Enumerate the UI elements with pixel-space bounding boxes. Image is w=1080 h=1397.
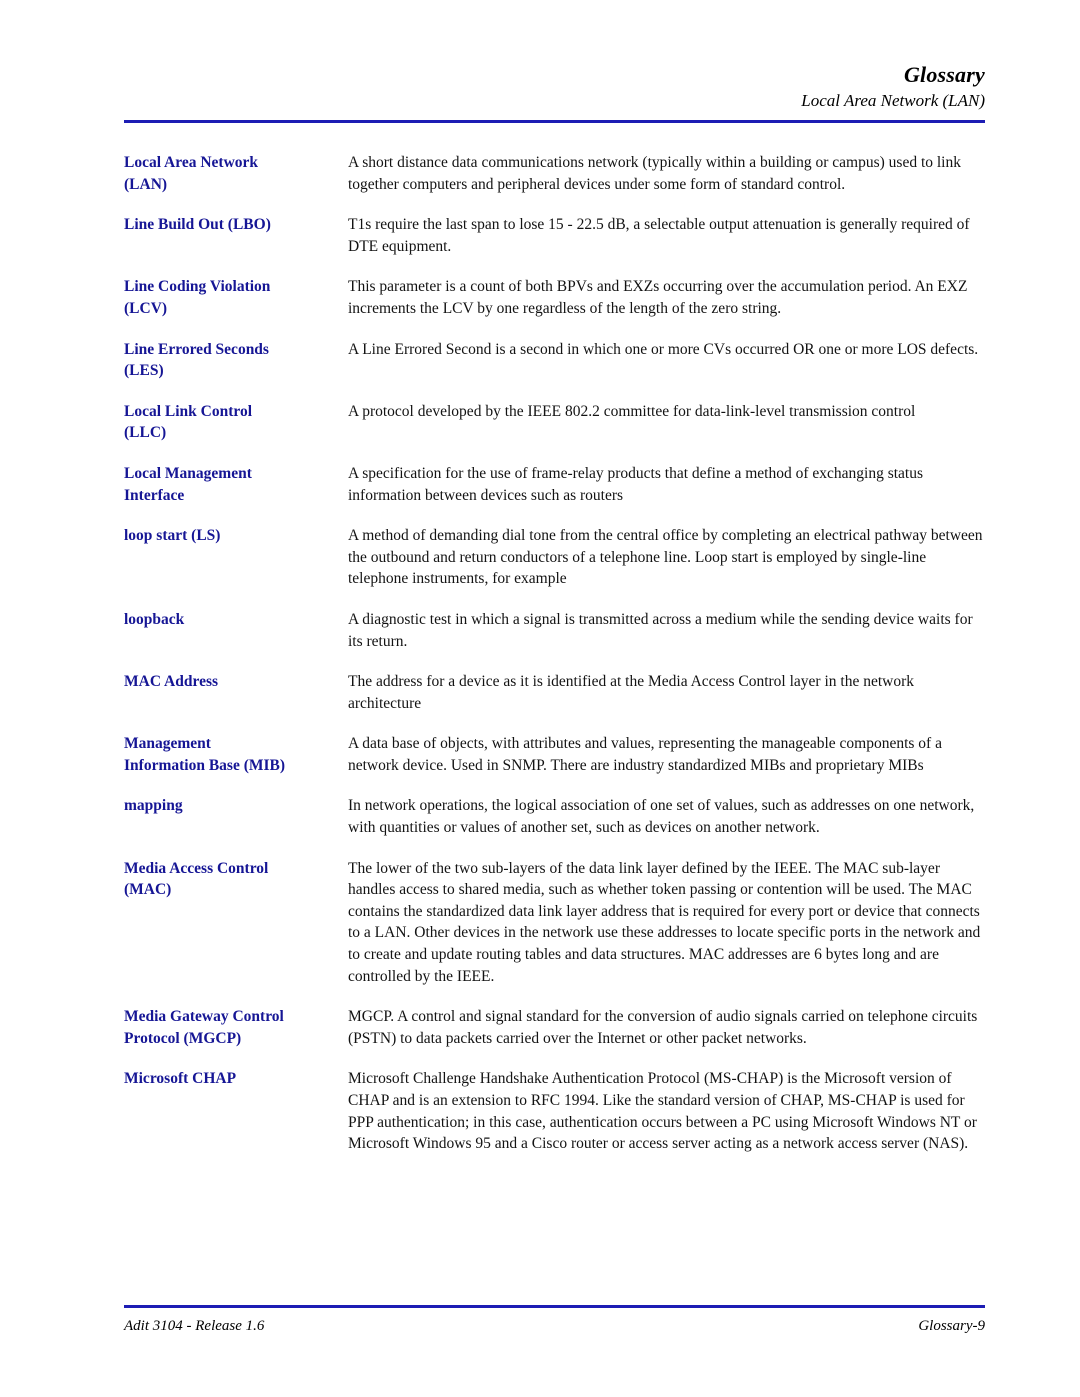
glossary-definition: T1s require the last span to lose 15 - 2… xyxy=(348,216,970,255)
header-title: Glossary xyxy=(903,62,985,87)
glossary-entry: Line Errored Seconds (LES) A Line Errored… xyxy=(124,339,985,382)
page-header: Glossary Local Area Network (LAN) xyxy=(124,62,985,113)
glossary-entry: mapping In network operations, the logica… xyxy=(124,795,985,838)
glossary-definition: A short distance data communications net… xyxy=(348,154,961,193)
glossary-definition: The address for a device as it is identi… xyxy=(348,673,914,712)
glossary-entry: Local Area Network (LAN) A short distance… xyxy=(124,152,985,195)
header-subtitle: Local Area Network (LAN) xyxy=(801,91,985,110)
glossary-term: Local Management Interface xyxy=(124,464,252,504)
glossary-entry: Management Information Base (MIB) A data … xyxy=(124,733,985,776)
glossary-definition: A Line Errored Second is a second in whi… xyxy=(348,340,979,358)
glossary-entry: Line Build Out (LBO) T1s require the last… xyxy=(124,214,985,257)
glossary-definition: In network operations, the logical assoc… xyxy=(348,797,975,837)
glossary-term: Microsoft CHAP xyxy=(124,1070,237,1088)
footer-document-label: Adit 3104 - Release 1.6 xyxy=(124,1318,265,1334)
document-page: Glossary Local Area Network (LAN) Local … xyxy=(0,0,1080,1397)
glossary-term: Management Information Base (MIB) xyxy=(124,735,286,774)
glossary-definition: A data base of objects, with attributes … xyxy=(348,735,942,774)
glossary-definition: A diagnostic test in which a signal is t… xyxy=(348,610,973,650)
glossary-term: Media Access Control (MAC) xyxy=(124,859,269,899)
glossary-definition: A method of demanding dial tone from the… xyxy=(348,527,983,588)
glossary-entry: MAC Address The address for a device as i… xyxy=(124,671,985,714)
glossary-definition: This parameter is a count of both BPVs a… xyxy=(348,278,968,317)
footer-page-number: Glossary-9 xyxy=(918,1318,985,1334)
glossary-term: loop start (LS) xyxy=(124,527,221,545)
glossary-definition: A specification for the use of frame-rel… xyxy=(348,464,924,504)
glossary-definition: MGCP. A control and signal standard for … xyxy=(348,1008,978,1047)
glossary-entry: Media Access Control (MAC) The lower of t… xyxy=(124,858,985,988)
footer-rule xyxy=(124,1305,985,1308)
glossary-entry: Local Link Control (LLC) A protocol devel… xyxy=(124,401,985,444)
glossary-term: MAC Address xyxy=(124,673,219,691)
glossary-definition: A protocol developed by the IEEE 802.2 c… xyxy=(348,402,916,420)
page-footer: Adit 3104 - Release 1.6 Glossary-9 xyxy=(124,1318,985,1335)
glossary-entry: loopback A diagnostic test in which a sig… xyxy=(124,609,985,652)
glossary-term: loopback xyxy=(124,610,185,628)
glossary-term: mapping xyxy=(124,797,183,815)
glossary-entry: Media Gateway Control Protocol (MGCP) MGC… xyxy=(124,1006,985,1049)
glossary-term: Local Area Network (LAN) xyxy=(124,154,259,193)
glossary-term: Local Link Control (LLC) xyxy=(124,402,253,442)
glossary-term: Line Coding Violation (LCV) xyxy=(124,278,271,317)
glossary-term: Line Errored Seconds (LES) xyxy=(124,340,269,380)
glossary-entry: Microsoft CHAP Microsoft Challenge Handsh… xyxy=(124,1068,985,1154)
glossary-entry: Local Management Interface A specificatio… xyxy=(124,463,985,506)
glossary-definition: Microsoft Challenge Handshake Authentica… xyxy=(348,1070,977,1153)
glossary-entry: Line Coding Violation (LCV) This paramete… xyxy=(124,276,985,319)
glossary-entry-list: Local Area Network (LAN) A short distance… xyxy=(124,152,985,1174)
header-rule xyxy=(124,120,985,123)
glossary-definition: The lower of the two sub-layers of the d… xyxy=(348,859,981,985)
glossary-term: Line Build Out (LBO) xyxy=(124,216,271,234)
glossary-term: Media Gateway Control Protocol (MGCP) xyxy=(124,1008,284,1047)
glossary-entry: loop start (LS) A method of demanding dia… xyxy=(124,525,985,590)
